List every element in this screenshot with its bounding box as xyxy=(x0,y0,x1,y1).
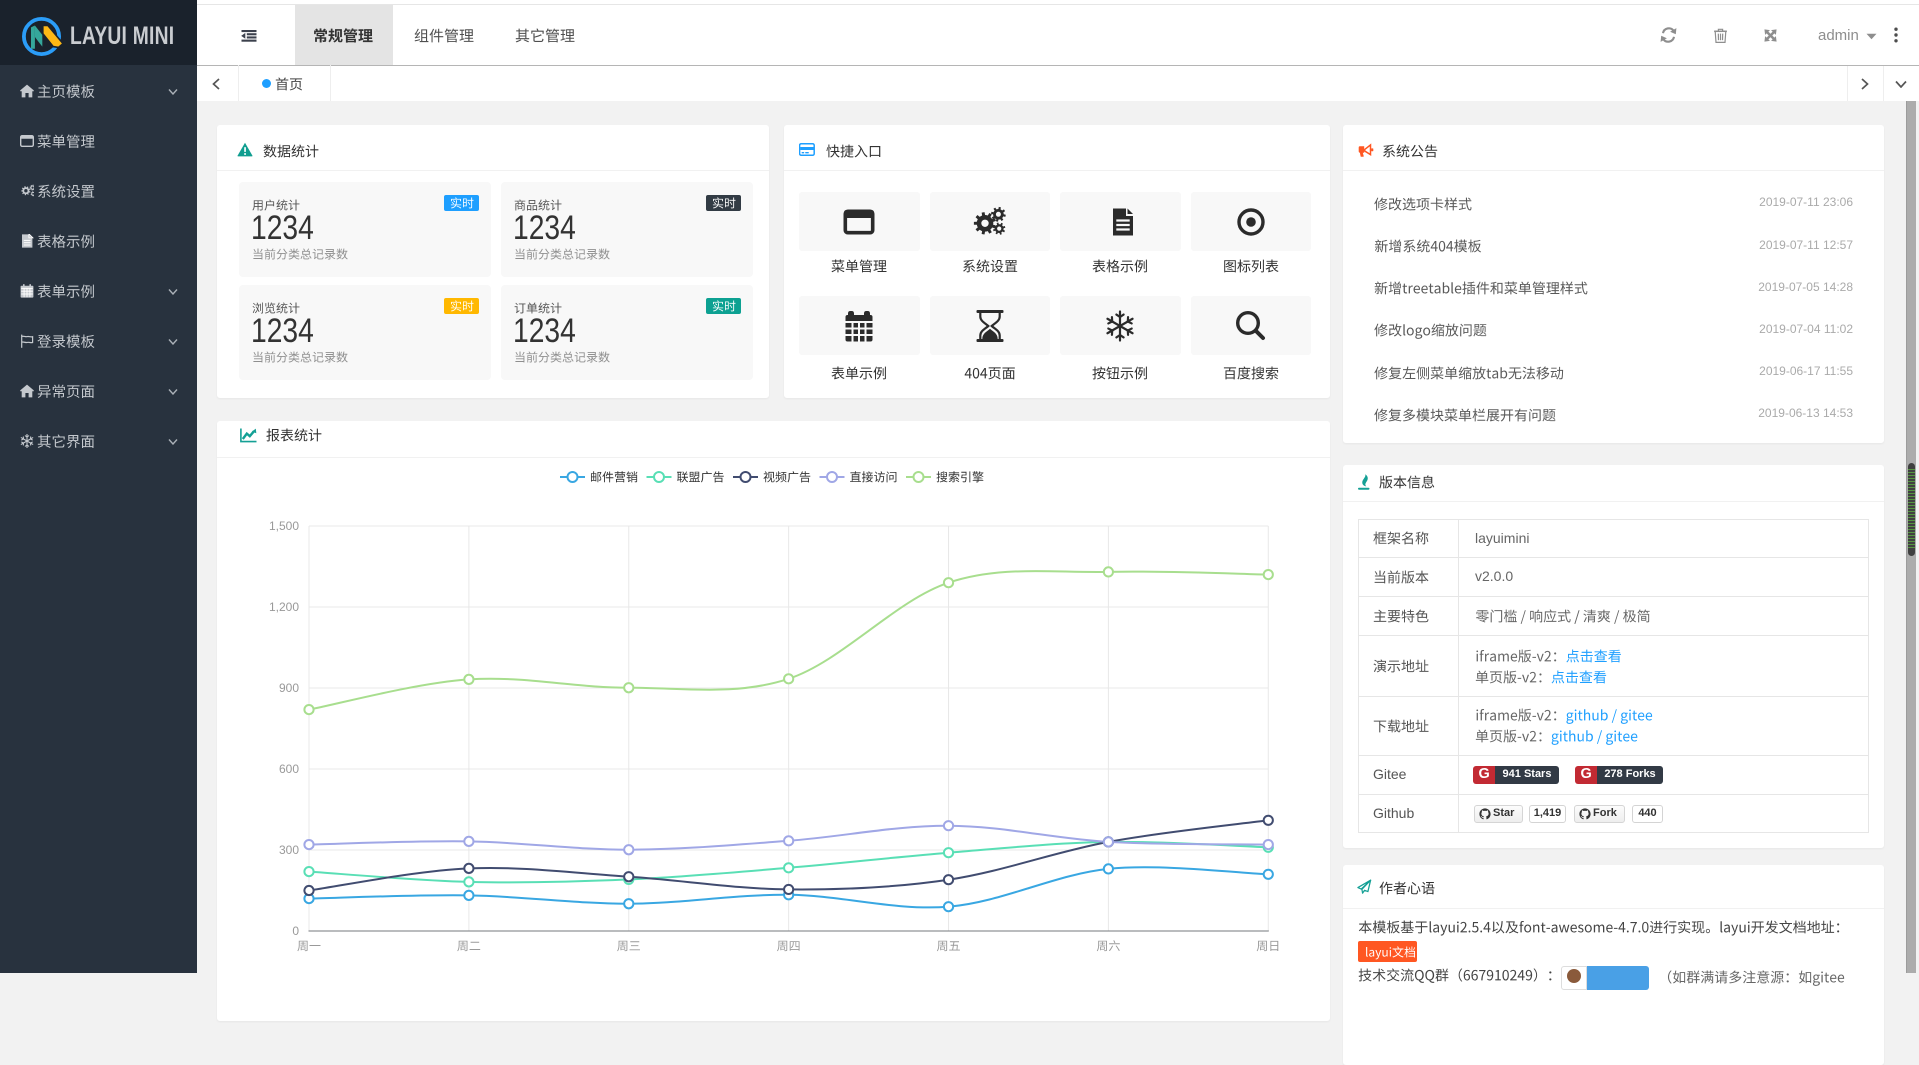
svg-text:1,200: 1,200 xyxy=(269,600,299,614)
svg-text:600: 600 xyxy=(279,762,299,776)
svg-text:900: 900 xyxy=(279,681,299,695)
svg-text:1,500: 1,500 xyxy=(269,519,299,533)
svg-text:300: 300 xyxy=(279,843,299,857)
svg-text:0: 0 xyxy=(292,924,299,938)
